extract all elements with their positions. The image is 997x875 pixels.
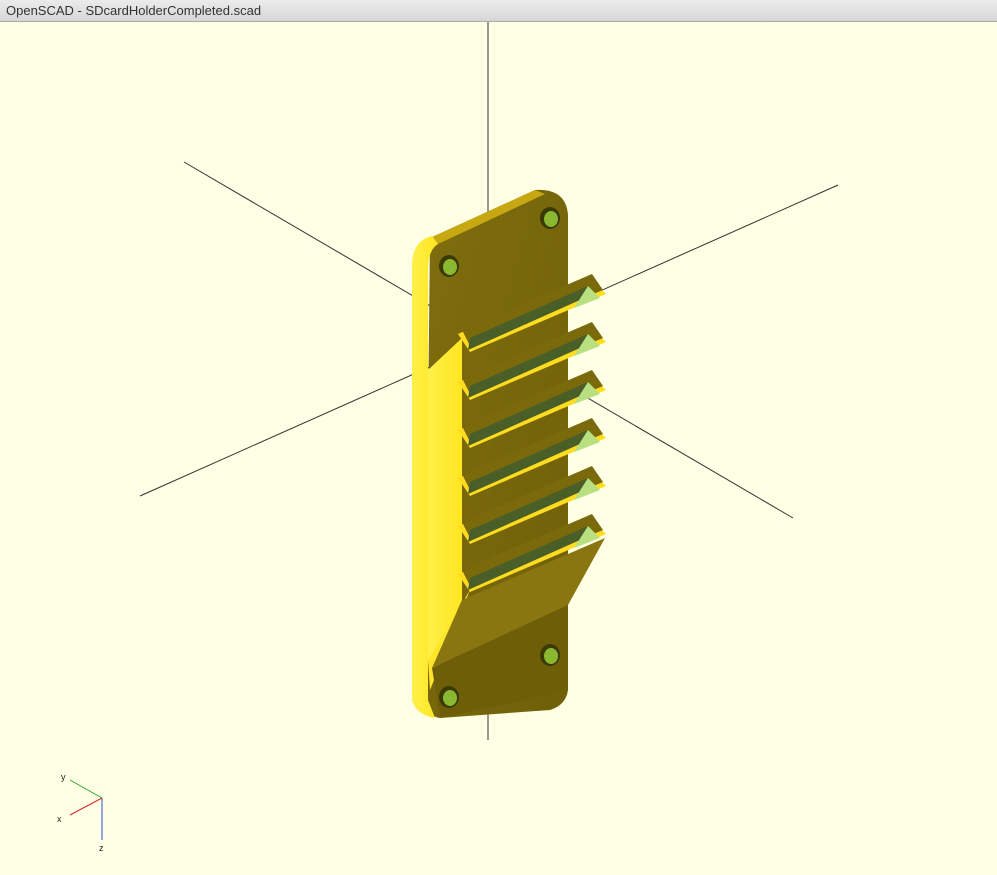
gizmo-x-line <box>69 797 103 816</box>
axes-gizmo: y x z <box>57 772 104 853</box>
gizmo-x-label: x <box>57 814 62 824</box>
hole-bottom-left <box>439 686 459 708</box>
window-title: OpenSCAD - SDcardHolderCompleted.scad <box>6 3 262 18</box>
window-titlebar: OpenSCAD - SDcardHolderCompleted.scad <box>0 0 997 22</box>
3d-viewport[interactable]: y x z <box>0 22 997 875</box>
sd-card-holder-model[interactable] <box>412 189 606 719</box>
hole-top-right <box>540 207 560 229</box>
hole-top-left <box>439 255 459 277</box>
gizmo-y-label: y <box>61 772 66 782</box>
gizmo-y-line <box>69 779 103 799</box>
scene-svg: y x z <box>57 22 839 853</box>
gizmo-z-label: z <box>99 843 104 853</box>
hole-bottom-right <box>540 644 560 666</box>
